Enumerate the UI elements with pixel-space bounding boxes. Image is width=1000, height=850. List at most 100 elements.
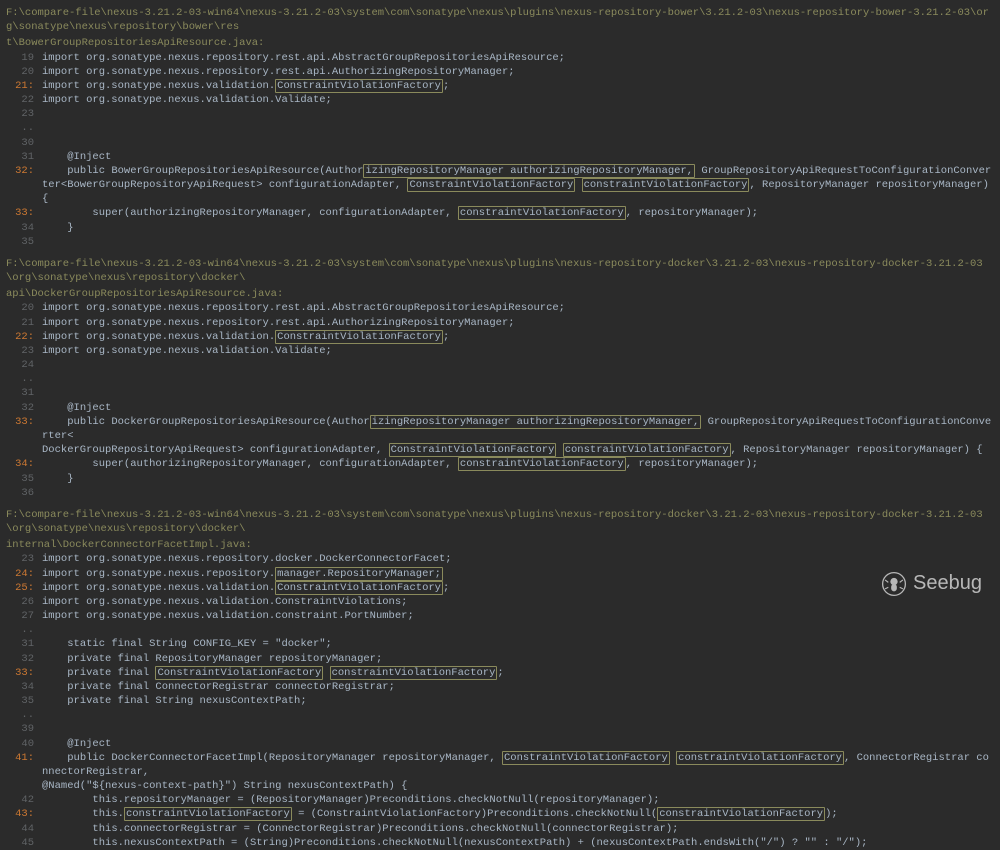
code-text [42,136,994,150]
code-text: @Inject [42,737,994,751]
code-line: 44 this.connectorRegistrar = (ConnectorR… [6,822,994,836]
line-number: 33: [6,666,42,680]
code-text: static final String CONFIG_KEY = "docker… [42,637,994,651]
code-line: 42 this.repositoryManager = (RepositoryM… [6,793,994,807]
line-number: 21 [6,316,42,330]
code-line: 34: super(authorizingRepositoryManager, … [6,457,994,471]
code-text: import org.sonatype.nexus.repository.man… [42,567,994,581]
code-text: this.constraintViolationFactory = (Const… [42,807,994,821]
code-line: .. [6,708,994,722]
code-line: 21:import org.sonatype.nexus.validation.… [6,79,994,93]
line-number: 34 [6,680,42,694]
code-line: 23 [6,107,994,121]
code-line: 33: public DockerGroupRepositoriesApiRes… [6,415,994,443]
line-number: 23 [6,552,42,566]
code-line: 35 private final String nexusContextPath… [6,694,994,708]
code-line: DockerGroupRepositoryApiRequest> configu… [6,443,994,457]
file-path: internal\DockerConnectorFacetImpl.java: [6,538,994,552]
code-text: } [42,221,994,235]
code-line: 25:import org.sonatype.nexus.validation.… [6,581,994,595]
line-number: 35 [6,472,42,486]
code-text: import org.sonatype.nexus.validation.Con… [42,79,994,93]
line-number: 32 [6,652,42,666]
code-text: private final ConstraintViolationFactory… [42,666,994,680]
code-line: 35 } [6,472,994,486]
line-number: 20 [6,65,42,79]
code-line: 23import org.sonatype.nexus.validation.V… [6,344,994,358]
code-text: private final RepositoryManager reposito… [42,652,994,666]
code-line: 23import org.sonatype.nexus.repository.d… [6,552,994,566]
line-number: 24: [6,567,42,581]
code-line: 34 private final ConnectorRegistrar conn… [6,680,994,694]
code-text: private final ConnectorRegistrar connect… [42,680,994,694]
line-number: 35 [6,235,42,249]
code-text: public BowerGroupRepositoriesApiResource… [42,164,994,207]
code-text [42,708,994,722]
line-number: 23 [6,344,42,358]
code-line: .. [6,372,994,386]
code-text [42,107,994,121]
line-number: 21: [6,79,42,93]
line-number: 31 [6,150,42,164]
code-line: .. [6,121,994,135]
code-line: 19import org.sonatype.nexus.repository.r… [6,51,994,65]
line-number: 22 [6,93,42,107]
bug-icon [881,571,907,597]
code-text: @Inject [42,150,994,164]
code-line: 40 @Inject [6,737,994,751]
code-text: } [42,472,994,486]
line-number: 24 [6,358,42,372]
code-text: import org.sonatype.nexus.repository.doc… [42,552,994,566]
code-text: super(authorizingRepositoryManager, conf… [42,206,994,220]
seebug-logo: Seebug [881,570,982,597]
line-number: 25: [6,581,42,595]
line-number: 31 [6,386,42,400]
code-line: .. [6,623,994,637]
code-text: public DockerConnectorFacetImpl(Reposito… [42,751,994,779]
file-path: F:\compare-file\nexus-3.21.2-03-win64\ne… [6,257,994,285]
code-text: this.nexusContextPath = (String)Precondi… [42,836,994,850]
line-number: 27 [6,609,42,623]
code-line: 45 this.nexusContextPath = (String)Preco… [6,836,994,850]
code-text [42,623,994,637]
line-number: 33: [6,206,42,220]
code-text: import org.sonatype.nexus.validation.Con… [42,581,994,595]
code-text: import org.sonatype.nexus.validation.Con… [42,330,994,344]
code-text: import org.sonatype.nexus.validation.con… [42,609,994,623]
line-number: 39 [6,722,42,736]
code-line: 32: public BowerGroupRepositoriesApiReso… [6,164,994,207]
line-number: 23 [6,107,42,121]
line-number [6,443,42,457]
line-number: .. [6,623,42,637]
code-line: 20import org.sonatype.nexus.repository.r… [6,65,994,79]
code-text: import org.sonatype.nexus.repository.res… [42,51,994,65]
code-line: 20import org.sonatype.nexus.repository.r… [6,301,994,315]
code-text: import org.sonatype.nexus.validation.Val… [42,344,994,358]
line-number [6,779,42,793]
code-text [42,486,994,500]
line-number: 35 [6,694,42,708]
code-line: 21import org.sonatype.nexus.repository.r… [6,316,994,330]
line-number: 40 [6,737,42,751]
line-number: 31 [6,637,42,651]
file-path: t\BowerGroupRepositoriesApiResource.java… [6,36,994,50]
code-text: @Named("${nexus-context-path}") String n… [42,779,994,793]
code-text: private final String nexusContextPath; [42,694,994,708]
line-number: 33: [6,415,42,443]
code-line: 32 private final RepositoryManager repos… [6,652,994,666]
code-line: 31 [6,386,994,400]
line-number: .. [6,708,42,722]
line-number: 36 [6,486,42,500]
code-line: 39 [6,722,994,736]
line-number: 42 [6,793,42,807]
code-line: 31 @Inject [6,150,994,164]
line-number: 30 [6,136,42,150]
code-text: DockerGroupRepositoryApiRequest> configu… [42,443,994,457]
line-number: 22: [6,330,42,344]
code-line: 32 @Inject [6,401,994,415]
code-text: public DockerGroupRepositoriesApiResourc… [42,415,994,443]
code-line: 33: private final ConstraintViolationFac… [6,666,994,680]
code-line: 22:import org.sonatype.nexus.validation.… [6,330,994,344]
line-number: 34: [6,457,42,471]
file-path: api\DockerGroupRepositoriesApiResource.j… [6,287,994,301]
